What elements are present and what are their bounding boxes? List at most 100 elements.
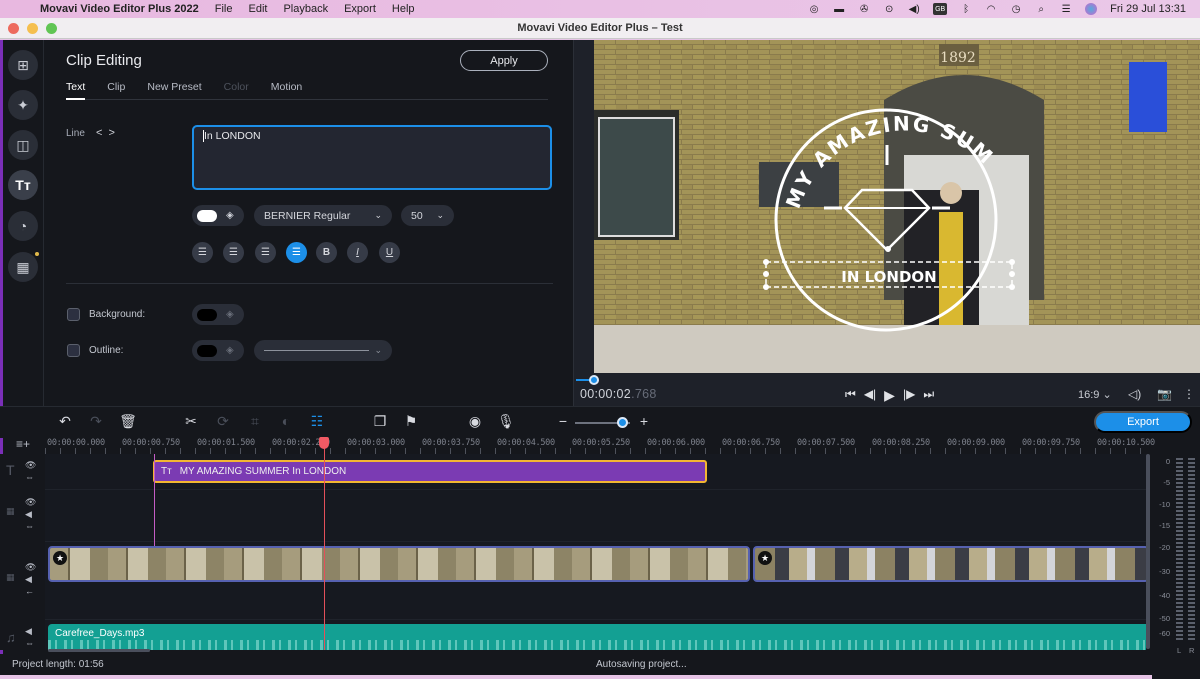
menu-file[interactable]: File bbox=[215, 3, 233, 15]
rotate-button[interactable]: ⟳ bbox=[213, 413, 233, 430]
outline-color-picker[interactable]: ◈ bbox=[192, 340, 244, 361]
time-machine-icon[interactable]: ◷ bbox=[1010, 3, 1022, 15]
tab-text[interactable]: Text bbox=[66, 80, 86, 100]
tab-new-preset[interactable]: New Preset bbox=[147, 80, 201, 99]
close-window-button[interactable] bbox=[8, 22, 19, 34]
volume-icon[interactable]: ◀) bbox=[908, 3, 920, 15]
eye-icon[interactable]: 👁 bbox=[25, 460, 36, 471]
marker-flag-button[interactable]: ⚑ bbox=[401, 413, 421, 430]
playhead-handle[interactable] bbox=[319, 437, 329, 449]
wifi-icon[interactable]: ◠ bbox=[985, 3, 997, 15]
align-right-button[interactable]: ☰ bbox=[223, 242, 244, 263]
redo-button[interactable]: ↷ bbox=[86, 413, 106, 430]
speaker-icon[interactable]: ◀ bbox=[25, 574, 32, 585]
transition-wizard-button[interactable]: ❐ bbox=[370, 413, 390, 430]
sidebar-item-import[interactable]: ⊞ bbox=[8, 50, 38, 80]
speaker-icon[interactable]: ◀ bbox=[25, 509, 32, 520]
zoom-in-button[interactable]: + bbox=[634, 413, 654, 429]
menubar-clock[interactable]: Fri 29 Jul 13:31 bbox=[1110, 3, 1186, 15]
clip-properties-button[interactable]: ☷ bbox=[307, 413, 327, 430]
title-text-input[interactable]: In LONDON bbox=[192, 125, 552, 190]
align-left-button[interactable]: ☰ bbox=[192, 242, 213, 263]
play-circle-icon[interactable]: ⊙ bbox=[883, 3, 895, 15]
zoom-window-button[interactable] bbox=[46, 22, 57, 34]
skip-to-start-button[interactable]: ⏮ bbox=[845, 387, 856, 404]
menu-app-name[interactable]: Movavi Video Editor Plus 2022 bbox=[40, 3, 199, 15]
snapshot-camera-icon[interactable]: 📷 bbox=[1157, 387, 1172, 401]
video-clip[interactable]: ★ bbox=[48, 546, 750, 582]
sidebar-item-transitions[interactable]: ◫ bbox=[8, 130, 38, 160]
volume-icon[interactable]: ◁) bbox=[1128, 387, 1141, 401]
audio-clip[interactable]: Carefree_Days.mp3 bbox=[48, 624, 1146, 650]
crop-button[interactable]: ⌗ bbox=[245, 413, 265, 430]
spotlight-search-icon[interactable]: ⌕ bbox=[1035, 3, 1047, 15]
menu-edit[interactable]: Edit bbox=[248, 3, 267, 15]
keyboard-layout-icon[interactable]: GB bbox=[933, 3, 948, 15]
timeline-horizontal-scrollbar[interactable] bbox=[48, 649, 150, 652]
webcam-record-button[interactable]: ◉ bbox=[465, 413, 485, 430]
split-button[interactable]: ✂ bbox=[181, 413, 201, 430]
outline-checkbox[interactable] bbox=[67, 344, 80, 357]
italic-button[interactable]: I bbox=[347, 242, 368, 263]
voice-record-button[interactable]: 🎙 bbox=[496, 413, 516, 430]
sidebar-item-effects[interactable]: ✦ bbox=[8, 90, 38, 120]
meter-db-label: -40 bbox=[1159, 591, 1170, 600]
tab-motion[interactable]: Motion bbox=[271, 80, 303, 99]
minimize-window-button[interactable] bbox=[27, 22, 38, 34]
timeline-zoom-handle[interactable] bbox=[617, 417, 628, 428]
timeline-ruler[interactable]: 00:00:00.000 00:00:00.750 00:00:01.500 00:0… bbox=[45, 438, 1155, 454]
video-clip[interactable]: ★ bbox=[753, 546, 1149, 582]
more-options-icon[interactable]: ⋮ bbox=[1183, 387, 1195, 401]
text-color-picker[interactable]: ◈ bbox=[192, 205, 244, 226]
menu-help[interactable]: Help bbox=[392, 3, 415, 15]
skip-to-end-button[interactable]: ⏭ bbox=[923, 387, 934, 404]
color-adjust-button[interactable]: ◐ bbox=[276, 413, 296, 429]
music-track-icon: ♫ bbox=[6, 630, 16, 645]
display-icon[interactable]: ▬ bbox=[833, 3, 845, 15]
section-divider bbox=[66, 283, 553, 284]
timeline-vertical-scrollbar[interactable] bbox=[1146, 454, 1150, 649]
next-line-button[interactable]: > bbox=[108, 127, 120, 139]
aperture-icon[interactable]: ✇ bbox=[858, 3, 870, 15]
video-preview[interactable]: MY AMAZING SUMMER IN LONDON 1892 bbox=[594, 40, 1200, 373]
aspect-ratio-select[interactable]: 16:9 ⌄ bbox=[1078, 388, 1112, 401]
control-center-icon[interactable]: ☰ bbox=[1060, 3, 1072, 15]
menu-export[interactable]: Export bbox=[344, 3, 376, 15]
previous-line-button[interactable]: < bbox=[96, 127, 108, 139]
background-checkbox[interactable] bbox=[67, 308, 80, 321]
screen-record-icon[interactable]: ◎ bbox=[808, 3, 820, 15]
sidebar-item-more-tools[interactable]: ▦ bbox=[8, 252, 38, 282]
title-clip[interactable]: Tт MY AMAZING SUMMER In LONDON bbox=[153, 460, 707, 483]
font-select[interactable]: BERNIER Regular ⌄ bbox=[254, 205, 392, 226]
next-frame-button[interactable]: |▶ bbox=[903, 387, 915, 404]
apply-button[interactable]: Apply bbox=[460, 50, 548, 71]
align-center-button[interactable]: ☰ bbox=[286, 242, 307, 263]
siri-icon[interactable] bbox=[1085, 3, 1098, 15]
link-icon[interactable]: ⇔ bbox=[25, 638, 34, 648]
font-size-select[interactable]: 50 ⌄ bbox=[401, 205, 454, 226]
bluetooth-icon[interactable]: ᛒ bbox=[960, 3, 972, 15]
preview-scrubber-handle[interactable] bbox=[589, 375, 599, 385]
export-button[interactable]: Export bbox=[1094, 411, 1192, 433]
delete-button[interactable]: 🗑 bbox=[118, 413, 138, 430]
sidebar-item-titles[interactable]: Tт bbox=[8, 170, 38, 200]
eye-icon[interactable]: 👁 bbox=[25, 497, 36, 508]
background-color-picker[interactable]: ◈ bbox=[192, 304, 244, 325]
undo-button[interactable]: ↶ bbox=[55, 413, 75, 430]
add-track-icon[interactable]: ≡+ bbox=[16, 437, 30, 451]
align-justify-button[interactable]: ☰ bbox=[255, 242, 276, 263]
tab-clip[interactable]: Clip bbox=[107, 80, 125, 99]
bold-button[interactable]: B bbox=[316, 242, 337, 263]
underline-button[interactable]: U bbox=[379, 242, 400, 263]
play-button[interactable]: ▶ bbox=[884, 387, 895, 404]
sidebar-item-stickers[interactable]: ◔ bbox=[8, 211, 38, 241]
eye-icon[interactable]: 👁 bbox=[25, 562, 36, 573]
link-icon[interactable]: ⇔ bbox=[25, 472, 34, 482]
menu-playback[interactable]: Playback bbox=[283, 3, 328, 15]
previous-frame-button[interactable]: ◀| bbox=[864, 387, 876, 404]
arrow-left-icon[interactable]: ← bbox=[25, 586, 34, 596]
link-icon[interactable]: ⇔ bbox=[25, 521, 34, 531]
speaker-icon[interactable]: ◀ bbox=[25, 626, 32, 637]
zoom-out-button[interactable]: − bbox=[553, 413, 573, 429]
outline-style-select[interactable]: ⌄ bbox=[254, 340, 392, 361]
